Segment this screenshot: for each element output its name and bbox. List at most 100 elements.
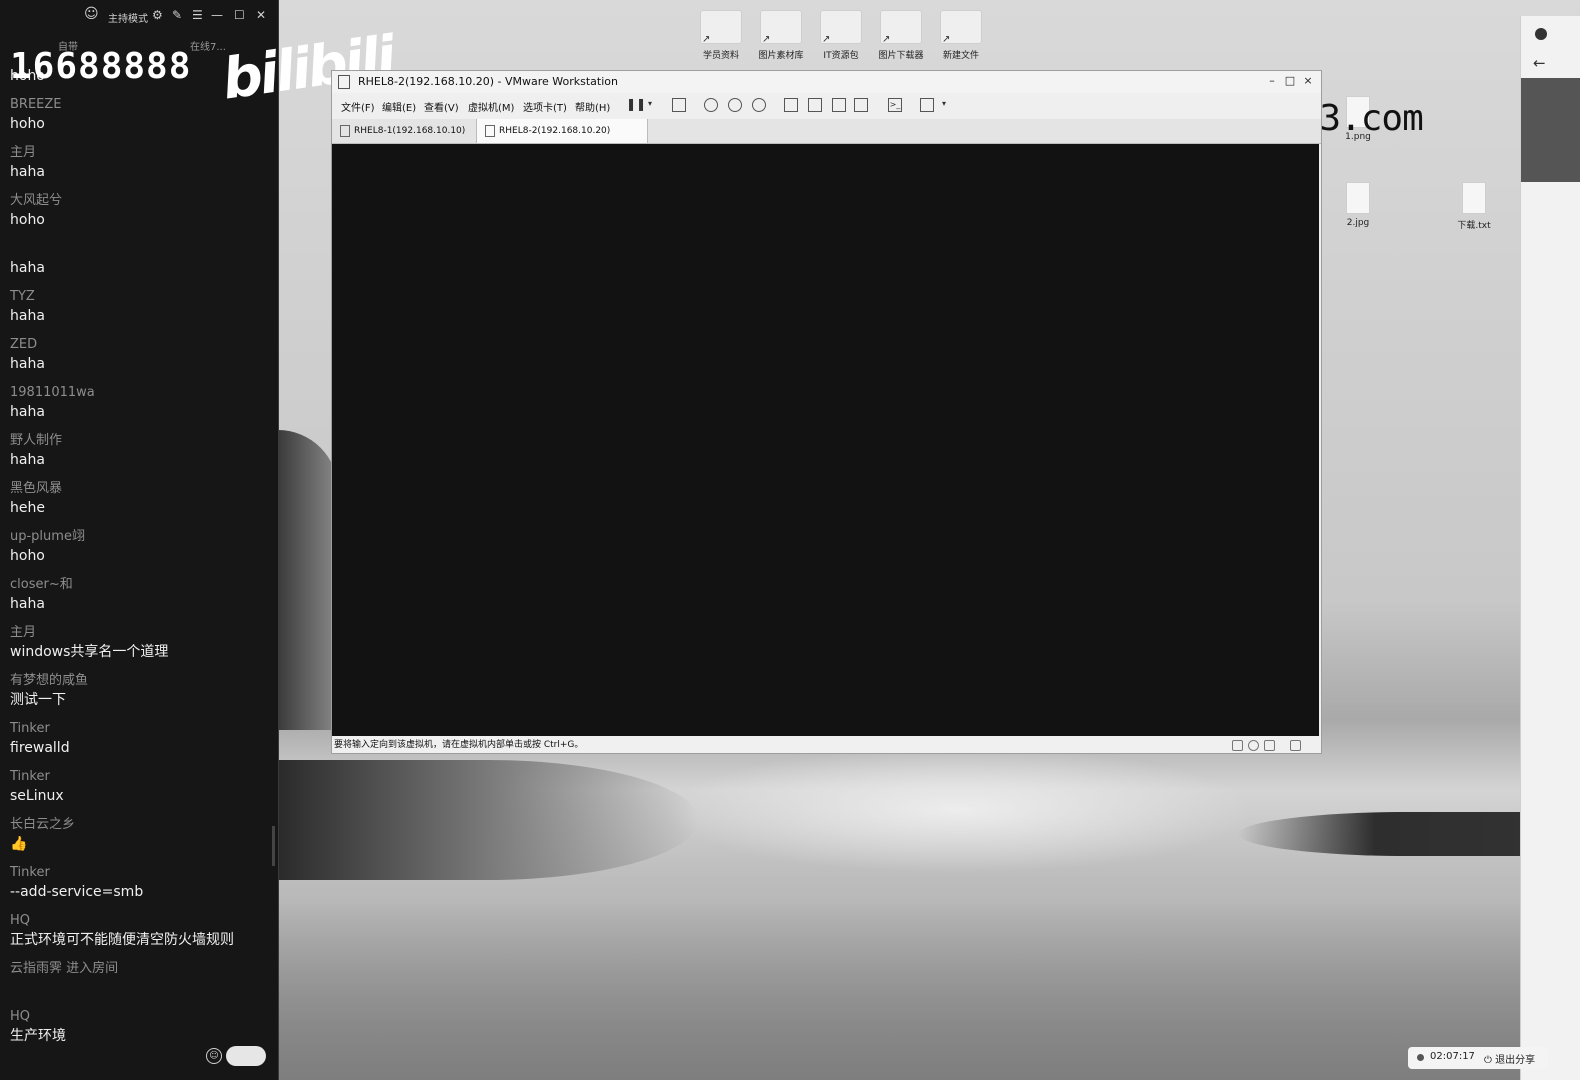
chat-message-text: 👍	[10, 836, 28, 852]
window-title: RHEL8-2(192.168.10.20) - VMware Workstat…	[358, 75, 618, 88]
chat-message-text: hehe	[10, 500, 45, 516]
close-icon[interactable]: ×	[1300, 74, 1316, 87]
snapshot-manager-icon[interactable]	[752, 98, 766, 112]
vm-console-screen[interactable]	[332, 144, 1319, 736]
chat-message-text: hoho	[10, 212, 45, 228]
settings-icon[interactable]: ⚙	[152, 8, 163, 22]
chat-username: up-plume翊	[10, 529, 85, 544]
thumbnail-view-icon[interactable]	[808, 98, 822, 112]
screen-share-bar: 02:07:17 ⏻ 退出分享	[1408, 1047, 1548, 1069]
chat-username: Tinker	[10, 721, 50, 736]
desktop-shortcut[interactable]: IT资源包	[818, 10, 864, 61]
send-keys-icon[interactable]	[672, 98, 686, 112]
unity-icon[interactable]	[854, 98, 868, 112]
close-icon[interactable]: ✕	[256, 8, 266, 22]
right-panel-preview	[1521, 78, 1580, 182]
chat-message: closer~和 haha	[10, 576, 270, 624]
chat-message: Tinker seLinux	[10, 768, 270, 816]
emoji-icon[interactable]: ☺	[206, 1048, 222, 1064]
cdrom-icon[interactable]	[1248, 740, 1259, 751]
chat-message: Tinker --add-service=smb	[10, 864, 270, 912]
chat-message: 大风起兮 hoho	[10, 192, 270, 240]
menu-view[interactable]: 查看(V)	[424, 99, 459, 114]
chevron-down-icon[interactable]: ▾	[938, 98, 950, 110]
tab-rhel8-2[interactable]: RHEL8-2(192.168.10.20)	[476, 119, 648, 143]
share-timer: 02:07:17	[1430, 1051, 1475, 1062]
maximize-icon[interactable]: ☐	[234, 8, 245, 22]
tab-rhel8-1[interactable]: RHEL8-1(192.168.10.10)	[332, 119, 488, 143]
menu-file[interactable]: 文件(F)	[341, 99, 375, 114]
text-file-icon	[1462, 182, 1486, 214]
minimize-icon[interactable]: –	[1264, 74, 1280, 87]
fullscreen-icon[interactable]	[832, 98, 846, 112]
back-arrow-icon[interactable]: ←	[1533, 54, 1546, 72]
folder-icon	[880, 10, 922, 45]
menu-edit[interactable]: 编辑(E)	[382, 99, 416, 114]
network-icon[interactable]	[1264, 740, 1275, 751]
chat-username: 主月	[10, 625, 37, 640]
menu-icon[interactable]: ☰	[192, 8, 203, 22]
chat-username: 大风起兮	[10, 193, 63, 208]
desktop-file[interactable]: 下载.txt	[1444, 182, 1504, 231]
chat-message-text: --add-service=smb	[10, 884, 144, 900]
snapshot-icon[interactable]	[704, 98, 718, 112]
message-icon[interactable]	[1290, 740, 1301, 751]
minimize-icon[interactable]: —	[211, 8, 223, 22]
hard-disk-icon[interactable]	[1232, 740, 1243, 751]
chat-username: HQ	[10, 913, 31, 928]
vm-icon	[485, 125, 495, 137]
image-file-icon	[1346, 182, 1370, 214]
chat-message-text: 正式环境可不能随便清空防火墙规则	[10, 932, 234, 948]
chat-username: BREEZE	[10, 97, 62, 112]
chat-username: 有梦想的咸鱼	[10, 673, 89, 688]
desktop-shortcut[interactable]: 图片素材库	[758, 10, 804, 61]
maximize-icon[interactable]: □	[1282, 74, 1298, 87]
desktop-shortcut[interactable]: 新建文件	[938, 10, 984, 61]
edit-icon[interactable]: ✎	[172, 8, 182, 22]
chat-username: TYZ	[10, 289, 35, 304]
right-side-panel: ←	[1520, 16, 1580, 1080]
stretch-view-icon[interactable]	[920, 98, 934, 112]
vmware-app-icon	[338, 75, 350, 89]
chat-message-text: hoho	[10, 548, 45, 564]
chat-footer: ☺	[0, 1040, 278, 1080]
chat-username: Tinker	[10, 865, 50, 880]
chat-message-text: 测试一下	[10, 692, 66, 708]
mountain-left	[278, 430, 338, 730]
chat-message: Tinker firewalld	[10, 720, 270, 768]
chat-username: 黑色风暴	[10, 481, 63, 496]
chat-message-text: haha	[10, 260, 45, 276]
desktop-file[interactable]: 2.jpg	[1328, 182, 1388, 228]
overlay-room-number: 16688888	[10, 46, 192, 87]
exit-share-button[interactable]: ⏻ 退出分享	[1484, 1051, 1535, 1066]
avatar	[1535, 28, 1547, 40]
chat-message-text	[10, 978, 270, 998]
pause-icon[interactable]: ❚❚	[626, 98, 646, 110]
chat-username: 野人制作	[10, 433, 63, 448]
chat-scrollbar[interactable]	[272, 826, 275, 866]
chat-message-text: haha	[10, 452, 45, 468]
chat-username: 云指雨霁 进入房间	[10, 961, 119, 976]
send-button[interactable]	[226, 1046, 266, 1066]
chat-message-text: windows共享名一个道理	[10, 644, 169, 660]
desktop-shortcut[interactable]: 图片下载器	[878, 10, 924, 61]
desktop-shortcut[interactable]: 学员资料	[698, 10, 744, 61]
console-icon[interactable]: >_	[888, 98, 902, 112]
chat-username: 主月	[10, 145, 37, 160]
chat-message: up-plume翊 hoho	[10, 528, 270, 576]
chat-message: haha	[10, 240, 270, 288]
chat-username: Tinker	[10, 769, 50, 784]
library-view-icon[interactable]	[784, 98, 798, 112]
status-hint: 要将输入定向到该虚拟机，请在虚拟机内部单击或按 Ctrl+G。	[334, 740, 584, 750]
chat-message: HQ 正式环境可不能随便清空防火墙规则	[10, 912, 270, 960]
host-mode-label: 主持模式	[108, 14, 148, 25]
chevron-down-icon[interactable]: ▾	[644, 98, 656, 110]
recording-indicator-icon	[1417, 1054, 1424, 1061]
menu-help[interactable]: 帮助(H)	[575, 99, 610, 114]
menu-vm[interactable]: 虚拟机(M)	[468, 99, 514, 114]
revert-snapshot-icon[interactable]	[728, 98, 742, 112]
chat-message: TYZ haha	[10, 288, 270, 336]
chat-message: BREEZE hoho	[10, 96, 270, 144]
chat-message: 有梦想的咸鱼 测试一下	[10, 672, 270, 720]
menu-tabs[interactable]: 选项卡(T)	[523, 99, 567, 114]
